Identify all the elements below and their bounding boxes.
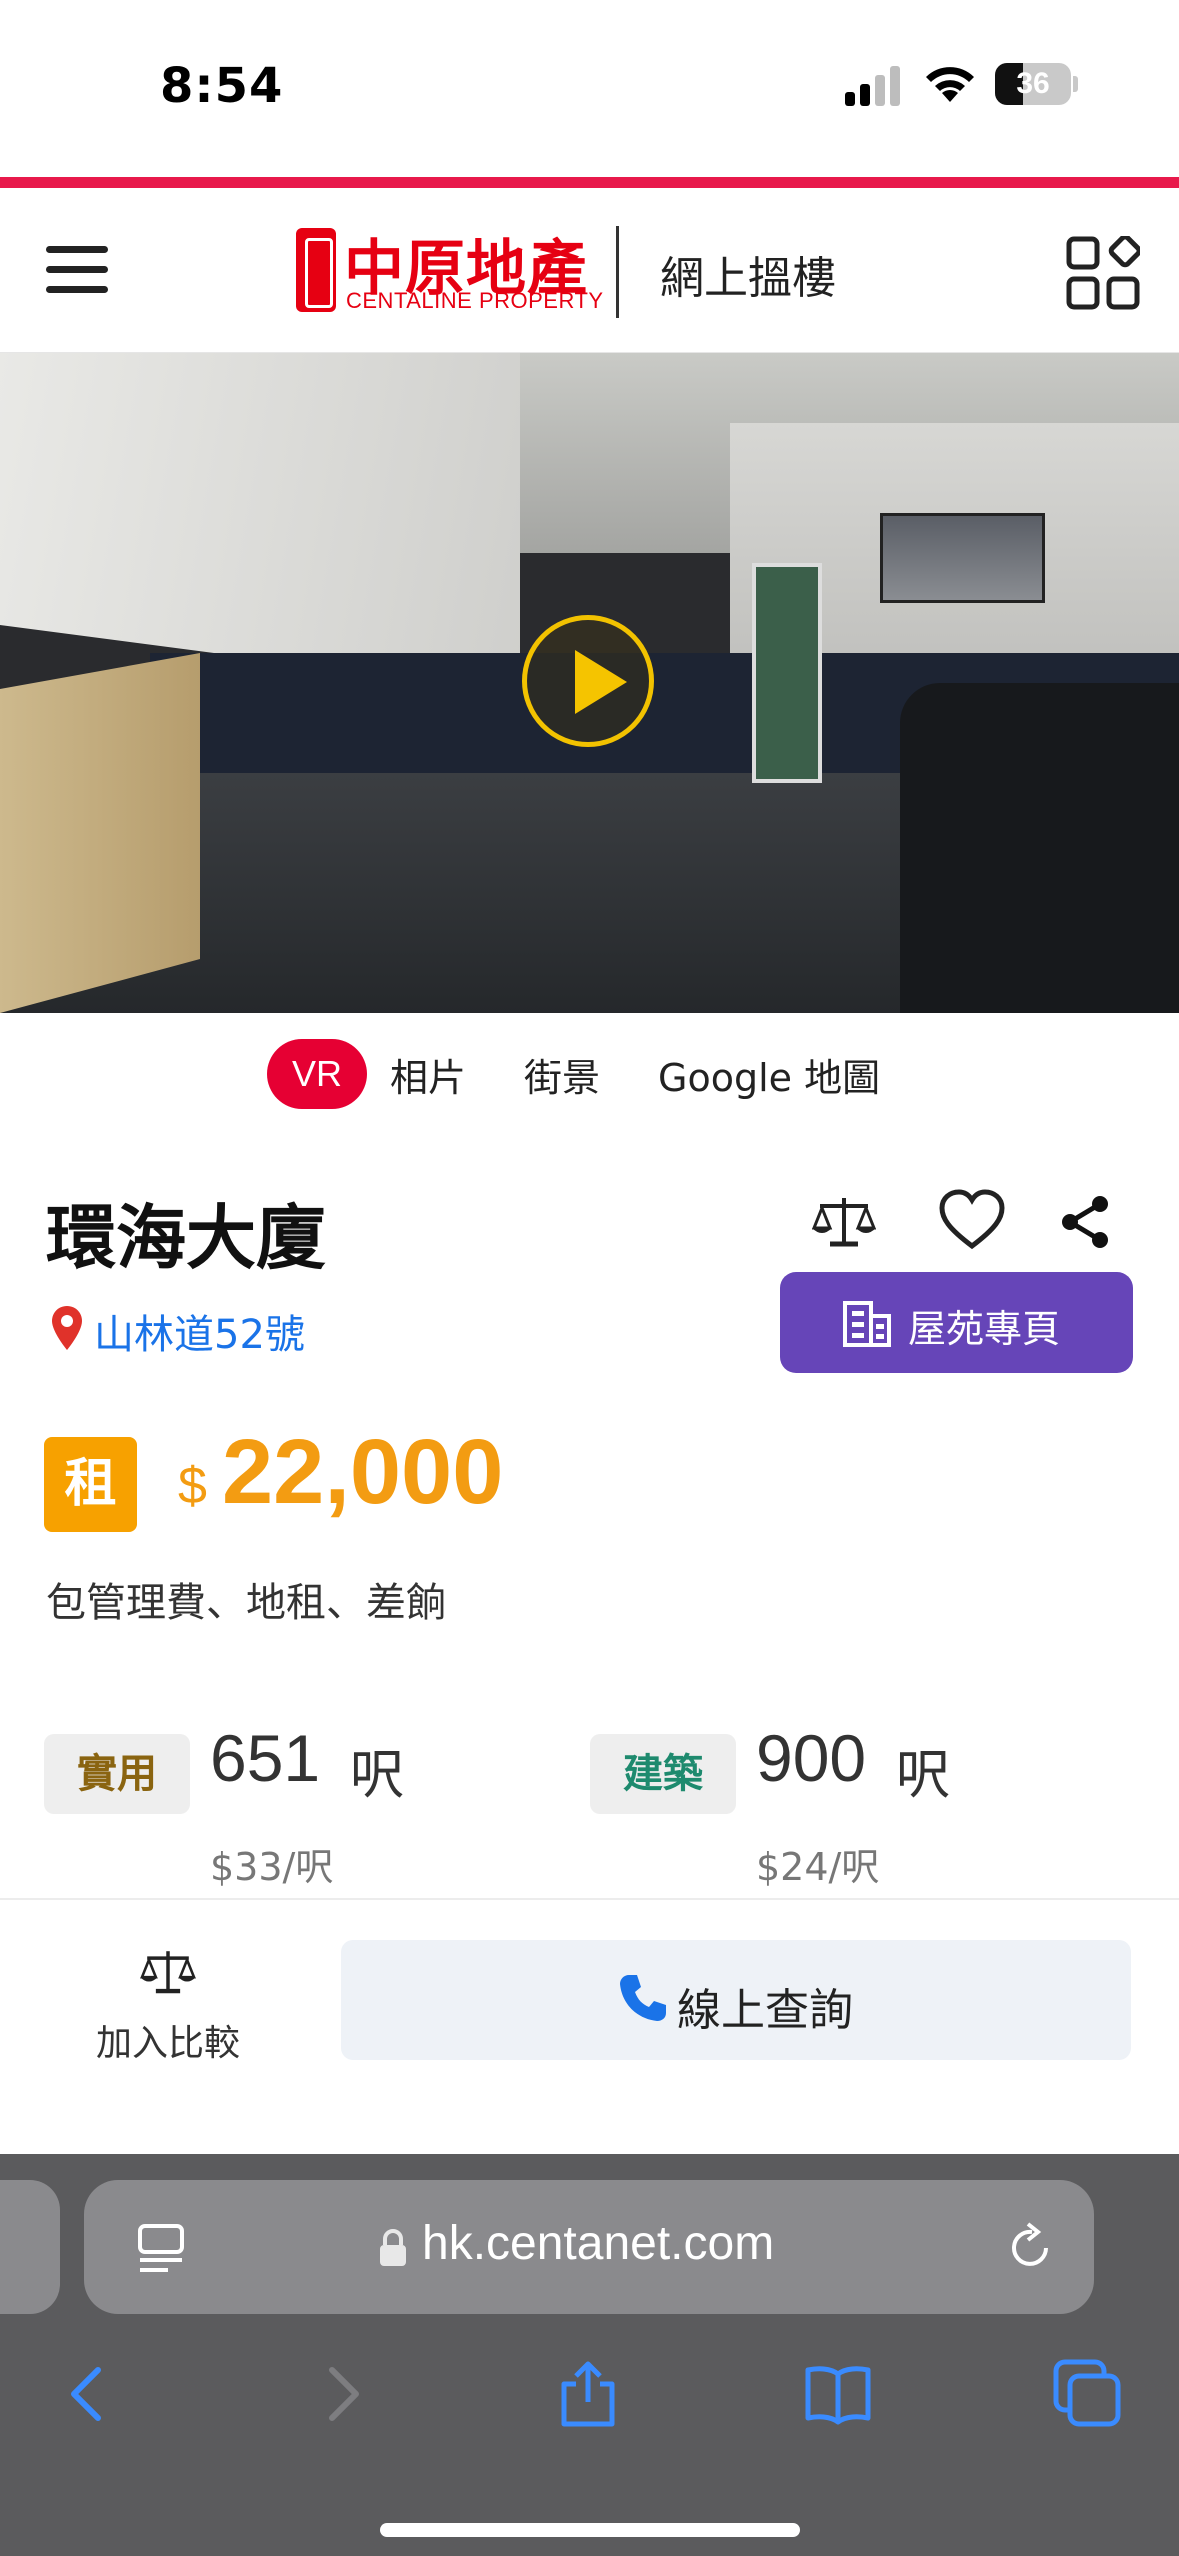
previous-tab-preview[interactable] <box>0 2180 60 2314</box>
saleable-area-tag: 實用 <box>44 1734 190 1814</box>
price-value: 22,000 <box>222 1421 504 1523</box>
rent-badge: 租 <box>44 1437 137 1532</box>
add-compare-label: 加入比較 <box>96 2023 241 2064</box>
grid-apps-icon[interactable] <box>1066 236 1140 310</box>
gross-price-per-sqft: $24/呎 <box>756 1845 880 1889</box>
vr-hero-image[interactable] <box>0 353 1179 1013</box>
reader-mode-icon[interactable] <box>136 2222 186 2276</box>
address-text: 山林道52號 <box>94 1312 305 1358</box>
logo-seal-icon <box>296 228 336 312</box>
saleable-area: 實用 651 呎 $33/呎 <box>44 1721 564 1900</box>
tab-photos[interactable]: 相片 <box>390 1047 466 1102</box>
property-name: 環海大廈 <box>46 1197 326 1279</box>
saleable-area-unit: 呎 <box>350 1743 404 1806</box>
hamburger-menu-icon[interactable] <box>46 246 108 294</box>
reload-icon[interactable] <box>1002 2220 1058 2276</box>
share-icon[interactable] <box>1058 1194 1112 1250</box>
favorite-heart-icon[interactable] <box>938 1188 1006 1252</box>
accent-bar <box>0 177 1179 188</box>
lock-icon <box>380 2229 406 2266</box>
gross-area-tag: 建築 <box>590 1734 736 1814</box>
estate-page-button[interactable]: 屋苑專頁 <box>780 1272 1133 1373</box>
status-bar: 8:54 36 <box>0 0 1179 175</box>
header-divider <box>616 226 619 318</box>
header-title: 網上搵樓 <box>660 253 836 304</box>
tab-map[interactable]: Google 地圖 <box>658 1047 880 1102</box>
tab-street-view[interactable]: 街景 <box>524 1047 600 1102</box>
home-indicator <box>380 2523 800 2537</box>
play-icon[interactable] <box>522 615 654 747</box>
media-tabs: VR 相片 街景 Google 地圖 <box>0 1013 1179 1128</box>
bookmarks-icon[interactable] <box>802 2358 874 2430</box>
back-icon[interactable] <box>52 2358 124 2430</box>
building-icon <box>843 1301 891 1347</box>
wifi-icon <box>926 67 974 102</box>
online-enquiry-button[interactable]: 線上查詢 <box>341 1940 1131 2060</box>
status-time: 8:54 <box>160 58 284 114</box>
tab-vr[interactable]: VR <box>267 1039 367 1109</box>
location-pin-icon <box>52 1306 82 1350</box>
gross-area-value: 900 <box>756 1721 867 1795</box>
url-text: hk.centanet.com <box>422 2217 775 2270</box>
add-compare-button[interactable]: 加入比較 <box>60 1930 280 2070</box>
gross-area: 建築 900 呎 $24/呎 <box>590 1721 1110 1900</box>
estate-button-label: 屋苑專頁 <box>908 1307 1061 1351</box>
browser-toolbar: hk.centanet.com <box>0 2154 1179 2556</box>
bottom-action-bar: 加入比較 線上查詢 <box>0 1898 1179 2154</box>
phone-icon <box>620 1975 666 2021</box>
price-includes: 包管理費、地租、差餉 <box>46 1580 446 1626</box>
compare-scale-icon[interactable] <box>812 1192 876 1252</box>
price-currency: $ <box>178 1457 207 1515</box>
tabs-icon[interactable] <box>1052 2358 1124 2430</box>
online-enquiry-label: 線上查詢 <box>677 1985 853 2036</box>
saleable-area-value: 651 <box>210 1721 321 1795</box>
battery-level: 36 <box>1016 67 1050 100</box>
share-icon[interactable] <box>552 2358 624 2430</box>
gross-area-unit: 呎 <box>896 1743 950 1806</box>
battery-icon: 36 <box>995 63 1078 105</box>
cellular-signal-icon <box>845 66 900 106</box>
site-header: 中原地產 CENTALINE PROPERTY 網上搵樓 <box>0 188 1179 353</box>
logo-english: CENTALINE PROPERTY <box>346 288 604 313</box>
centaline-logo[interactable]: 中原地產 CENTALINE PROPERTY <box>296 226 604 316</box>
saleable-price-per-sqft: $33/呎 <box>210 1845 334 1889</box>
forward-icon[interactable] <box>306 2358 378 2430</box>
compare-scale-icon <box>140 1951 196 1994</box>
address-bar[interactable]: hk.centanet.com <box>84 2180 1094 2314</box>
